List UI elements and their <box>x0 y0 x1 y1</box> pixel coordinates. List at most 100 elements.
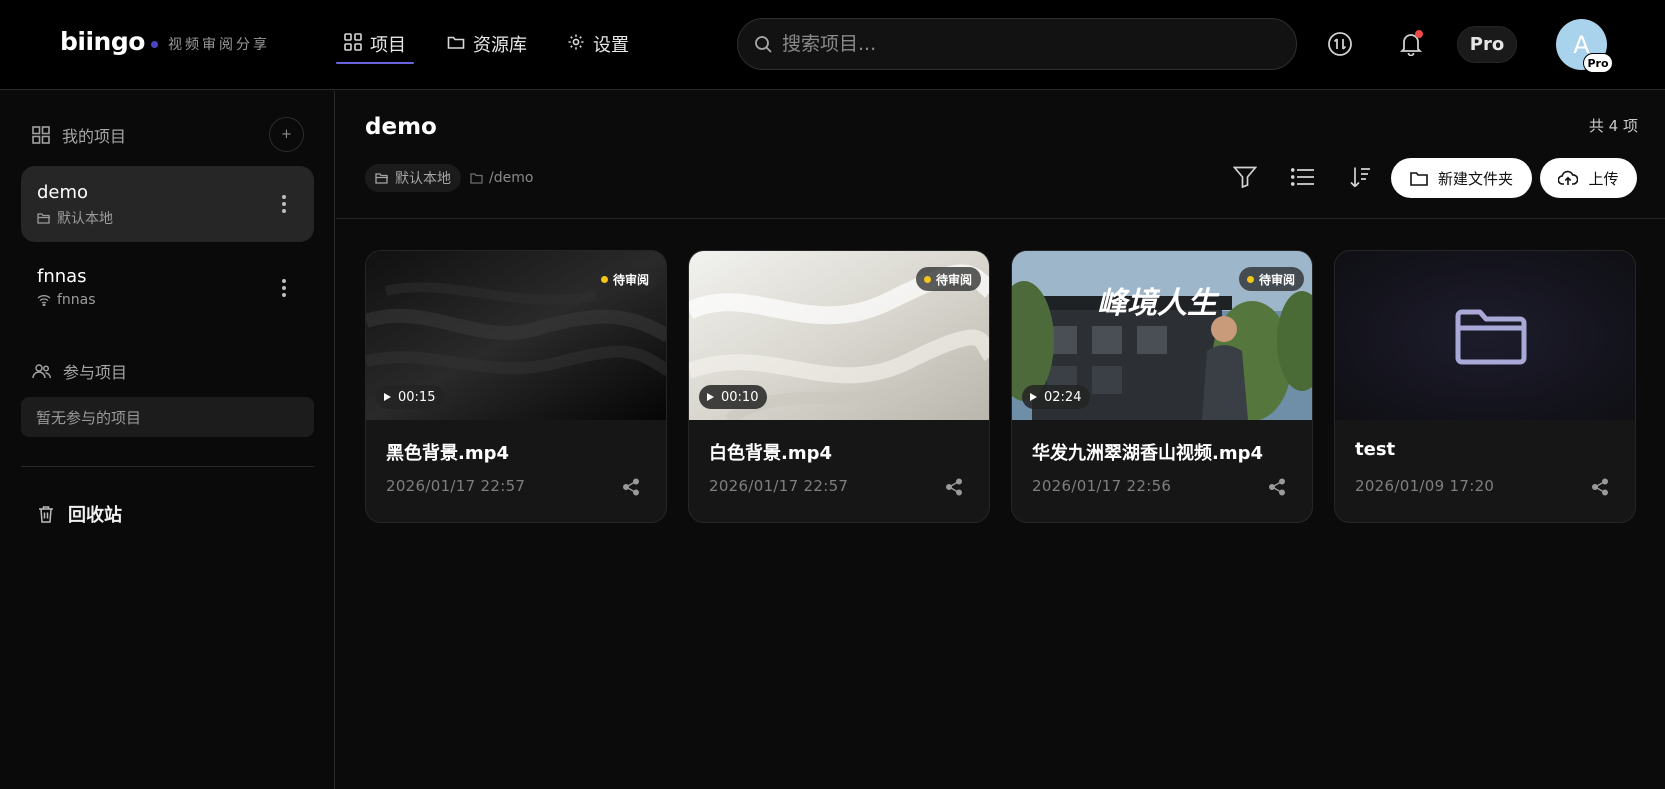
file-date: 2026/01/17 22:57 <box>386 477 526 495</box>
gear-icon <box>568 34 584 50</box>
folder-icon <box>470 173 483 184</box>
duration-label: 00:10 <box>721 389 759 405</box>
file-card[interactable]: 峰境人生 待审阅 02:24 华发九洲翠湖香山视频.mp4 2026/01/17… <box>1011 250 1313 523</box>
folder-card[interactable]: test 2026/01/09 17:20 <box>1334 250 1636 523</box>
project-storage: fnnas <box>37 292 96 308</box>
status-badge-label: 待审阅 <box>612 272 649 287</box>
project-name: demo <box>37 182 89 203</box>
tagline-dot <box>151 40 158 48</box>
add-project-button[interactable]: + <box>269 117 304 152</box>
trash-label: 回收站 <box>68 505 122 526</box>
duration-label: 00:15 <box>398 389 436 405</box>
my-projects-heading: 我的项目 <box>32 123 126 147</box>
duration-badge: 00:10 <box>699 385 768 409</box>
list-view-button[interactable] <box>1283 157 1323 197</box>
joined-empty-state: 暂无参与的项目 <box>21 397 314 437</box>
nav-tab-projects[interactable]: 项目 <box>336 31 414 64</box>
project-storage: 默认本地 <box>37 208 113 228</box>
project-storage-label: 默认本地 <box>57 211 113 227</box>
project-name: fnnas <box>37 266 87 287</box>
cloud-upload-icon <box>1558 170 1579 185</box>
grid-icon <box>32 126 50 144</box>
file-name: 黑色背景.mp4 <box>386 443 510 464</box>
sidebar-project-demo[interactable]: demo 默认本地 <box>21 166 314 242</box>
upload-button[interactable]: 上传 <box>1540 158 1637 198</box>
transfer-icon <box>1328 32 1352 56</box>
list-icon <box>1291 168 1314 186</box>
search-icon <box>755 36 772 53</box>
trash-icon <box>39 506 53 523</box>
nav-tab-label: 项目 <box>370 35 406 56</box>
my-projects-title: 我的项目 <box>62 127 127 146</box>
file-card[interactable]: 待审阅 00:15 黑色背景.mp4 2026/01/17 22:57 <box>365 250 667 523</box>
notifications-button[interactable] <box>1391 24 1431 64</box>
search-bar[interactable] <box>737 18 1297 70</box>
avatar-pro-badge: Pro <box>1583 53 1613 73</box>
pro-button[interactable]: Pro <box>1457 26 1517 63</box>
folder-icon <box>447 36 465 49</box>
folder-date: 2026/01/09 17:20 <box>1355 477 1495 495</box>
video-thumbnail[interactable]: 待审阅 00:10 <box>689 251 989 420</box>
nav-tab-settings[interactable]: 设置 <box>567 31 629 63</box>
folder-thumbnail[interactable] <box>1335 251 1635 420</box>
filter-icon <box>1233 166 1257 188</box>
search-input[interactable] <box>782 19 1282 69</box>
joined-projects-title: 参与项目 <box>63 363 128 382</box>
joined-projects-heading: 参与项目 <box>32 359 127 383</box>
upload-label: 上传 <box>1588 169 1619 188</box>
nav-tab-library[interactable]: 资源库 <box>447 31 527 63</box>
main-divider <box>336 218 1665 219</box>
status-badge: 待审阅 <box>915 267 981 291</box>
status-badge: 待审阅 <box>1238 267 1304 291</box>
tagline-text: 视频审阅分享 <box>168 37 270 53</box>
video-thumbnail[interactable]: 待审阅 00:15 <box>366 251 666 420</box>
play-icon <box>1030 393 1037 401</box>
share-icon[interactable] <box>622 478 640 496</box>
file-name: 白色背景.mp4 <box>709 443 833 464</box>
status-badge-label: 待审阅 <box>935 272 972 287</box>
more-vert-icon[interactable] <box>282 279 286 297</box>
file-date: 2026/01/17 22:57 <box>709 477 849 495</box>
users-icon <box>32 364 51 379</box>
storage-chip-label: 默认本地 <box>395 171 451 187</box>
breadcrumb: /demo <box>470 164 533 192</box>
share-icon[interactable] <box>1591 478 1609 496</box>
duration-label: 02:24 <box>1044 389 1082 405</box>
file-date: 2026/01/17 22:56 <box>1032 477 1172 495</box>
page-title: demo <box>365 114 437 140</box>
share-icon[interactable] <box>945 478 963 496</box>
status-badge: 待审阅 <box>592 267 658 291</box>
duration-badge: 00:15 <box>376 385 445 409</box>
storage-chip[interactable]: 默认本地 <box>365 164 461 192</box>
video-overlay-title: 峰境人生 <box>1097 286 1220 321</box>
notification-dot <box>1415 30 1423 38</box>
duration-badge: 02:24 <box>1022 385 1091 409</box>
top-bar: biingo 视频审阅分享 项目 资源库 设置 Pro A Pro <box>0 0 1665 90</box>
transfer-button[interactable] <box>1320 24 1360 64</box>
grid-icon <box>344 33 362 51</box>
share-icon[interactable] <box>1268 478 1286 496</box>
more-vert-icon[interactable] <box>282 195 286 213</box>
filter-button[interactable] <box>1225 157 1265 197</box>
main-content: demo 共 4 项 默认本地 /demo 新建文件夹 上传 待审阅 00:15… <box>336 91 1665 789</box>
play-icon <box>707 393 714 401</box>
nav-tab-label: 资源库 <box>473 35 527 56</box>
nav-tab-label: 设置 <box>593 35 629 56</box>
trash-button[interactable]: 回收站 <box>38 501 122 527</box>
file-name: 华发九洲翠湖香山视频.mp4 <box>1032 443 1264 464</box>
project-storage-label: fnnas <box>57 292 96 308</box>
folder-open-icon <box>375 173 388 184</box>
app-tagline: 视频审阅分享 <box>151 34 270 54</box>
new-folder-button[interactable]: 新建文件夹 <box>1391 158 1532 198</box>
app-logo[interactable]: biingo <box>60 27 145 56</box>
file-card[interactable]: 待审阅 00:10 白色背景.mp4 2026/01/17 22:57 <box>688 250 990 523</box>
sort-button[interactable] <box>1340 157 1380 197</box>
item-count: 共 4 项 <box>1588 117 1638 135</box>
folder-open-icon <box>37 213 50 224</box>
status-badge-label: 待审阅 <box>1258 272 1295 287</box>
video-thumbnail[interactable]: 峰境人生 待审阅 02:24 <box>1012 251 1312 420</box>
sidebar-divider <box>21 466 314 467</box>
sidebar-project-fnnas[interactable]: fnnas fnnas <box>21 250 314 326</box>
sidebar: 我的项目 + demo 默认本地 fnnas fnnas 参与项目 暂无参与的项… <box>0 91 335 789</box>
folder-icon <box>1410 171 1428 186</box>
